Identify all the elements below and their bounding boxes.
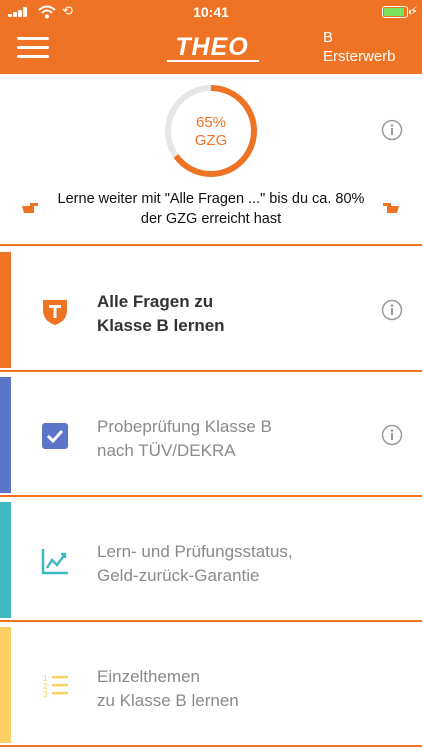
status-bar: ⟲ 10:41 ⚡ (0, 0, 422, 24)
app-screen: ⟲ 10:41 ⚡ THEO B Ersterwerb 65% GZG Lern… (0, 0, 422, 750)
menu-item-all-questions[interactable]: Alle Fragen zu Klasse B lernen (0, 252, 422, 368)
menu-item-line2: nach TÜV/DEKRA (97, 441, 236, 460)
menu-item-accent (0, 377, 11, 493)
menu-item-accent (0, 627, 11, 743)
checkbox-icon (42, 423, 68, 449)
section-divider (0, 370, 422, 372)
progress-unit: GZG (194, 132, 228, 149)
progress-percent: 65% (195, 114, 227, 131)
menu-item-accent (0, 252, 11, 368)
menu-item-line2: Geld-zurück-Garantie (97, 566, 260, 585)
progress-label: 65% GZG (164, 114, 258, 150)
pointing-hand-left-icon (383, 203, 399, 213)
menu-item-label: Probeprüfung Klasse B nach TÜV/DEKRA (97, 415, 337, 463)
battery-icon (382, 6, 411, 18)
menu-item-line2: Klasse B lernen (97, 316, 225, 335)
menu-item-label: Einzelthemen zu Klasse B lernen (97, 665, 337, 713)
svg-text:3: 3 (43, 690, 48, 699)
header: ⟲ 10:41 ⚡ THEO B Ersterwerb (0, 0, 422, 74)
menu-item-line1: Alle Fragen zu (97, 292, 214, 311)
menu-item-accent (0, 502, 11, 618)
logo-text: THEO (175, 33, 249, 61)
menu-item-learning-status[interactable]: Lern- und Prüfungsstatus, Geld-zurück-Ga… (0, 502, 422, 618)
menu-item-line1: Lern- und Prüfungsstatus, (97, 542, 293, 561)
menu-item-mock-exam[interactable]: Probeprüfung Klasse B nach TÜV/DEKRA (0, 377, 422, 493)
numbered-list-icon: 1 2 3 (43, 674, 68, 699)
charging-icon: ⚡ (409, 4, 418, 18)
section-divider (0, 244, 422, 246)
menu-item-line1: Probeprüfung Klasse B (97, 417, 272, 436)
progress-section: 65% GZG Lerne weiter mit "Alle Fragen ..… (0, 74, 422, 246)
info-icon[interactable] (381, 424, 403, 446)
menu-item-label: Alle Fragen zu Klasse B lernen (97, 290, 337, 338)
menu-item-line2: zu Klasse B lernen (97, 691, 239, 710)
licence-class: B (323, 29, 334, 46)
theo-shield-icon (43, 300, 67, 325)
menu-item-line1: Einzelthemen (97, 667, 201, 686)
menu-button[interactable] (17, 37, 49, 59)
section-divider (0, 745, 422, 747)
section-divider (0, 495, 422, 497)
info-icon[interactable] (381, 119, 403, 141)
licence-type: Ersterwerb (323, 48, 396, 65)
info-icon[interactable] (381, 299, 403, 321)
progress-hint: Lerne weiter mit "Alle Fragen ..." bis d… (57, 191, 365, 227)
chart-icon (41, 549, 68, 575)
licence-selector[interactable]: B Ersterwerb (323, 28, 396, 66)
pointing-hand-right-icon (22, 203, 38, 213)
section-divider (0, 620, 422, 622)
menu-item-label: Lern- und Prüfungsstatus, Geld-zurück-Ga… (97, 540, 337, 588)
menu-item-single-topics[interactable]: 1 2 3 Einzelthemen zu Klasse B lernen (0, 627, 422, 743)
status-time: 10:41 (193, 4, 229, 20)
theo-logo: THEO (163, 32, 261, 62)
